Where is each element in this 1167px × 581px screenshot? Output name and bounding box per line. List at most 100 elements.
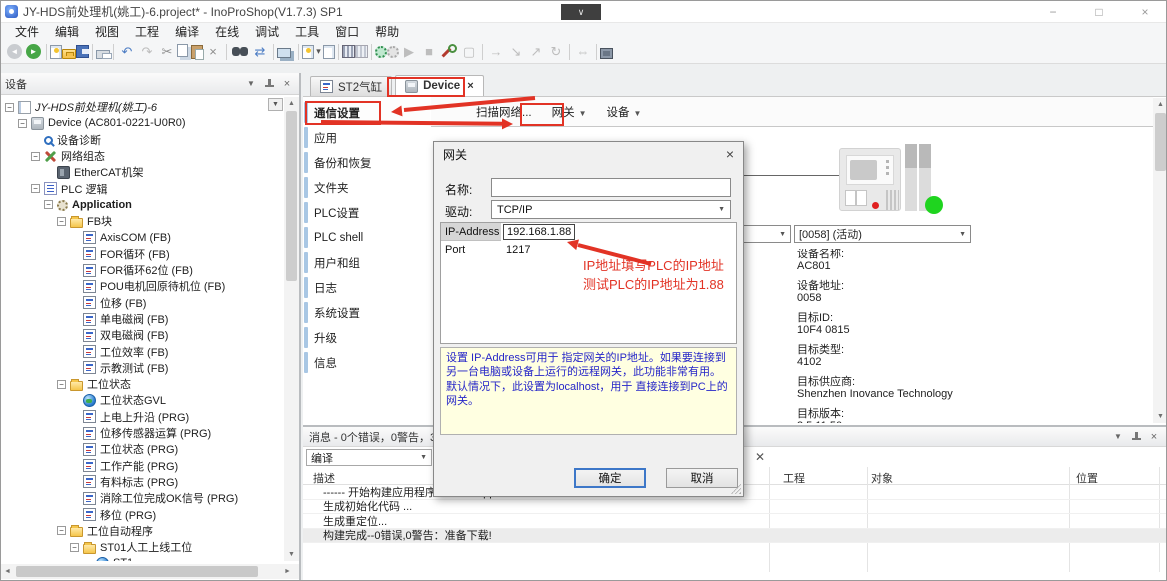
config-tool-button[interactable] xyxy=(439,42,459,62)
menu-item[interactable]: 帮助 xyxy=(367,23,407,40)
device-nav-item[interactable]: PLC shell xyxy=(304,225,430,250)
tree-horizontal-scrollbar[interactable]: ◄ ► xyxy=(1,564,299,579)
scroll-up-icon[interactable]: ▲ xyxy=(1153,98,1167,111)
step-over-button[interactable]: → xyxy=(486,42,506,62)
maximize-button[interactable]: □ xyxy=(1076,1,1122,23)
reset-button[interactable]: ↻ xyxy=(546,42,566,62)
tree-item[interactable]: 位移 (FB) xyxy=(1,295,285,311)
tree-expander-icon[interactable] xyxy=(31,152,40,161)
tree-item[interactable]: 有料标志 (PRG) xyxy=(1,474,285,490)
toolbar-separator[interactable] xyxy=(482,44,483,60)
stop-button[interactable]: ■ xyxy=(419,42,439,62)
column-project[interactable]: 工程 xyxy=(783,470,805,486)
compare-button[interactable]: ⇔ xyxy=(573,42,593,62)
active-application-dropdown[interactable]: ▼ xyxy=(268,98,283,111)
device-page-scrollbar[interactable]: ▲ ▼ xyxy=(1153,98,1167,423)
menu-item[interactable]: 文件 xyxy=(7,23,47,40)
menu-item[interactable]: 工程 xyxy=(127,23,167,40)
device-nav-item[interactable]: 应用 xyxy=(304,125,430,150)
redo-button[interactable]: ↷ xyxy=(137,42,157,62)
tree-vertical-scrollbar[interactable]: ▲ ▼ xyxy=(284,97,299,561)
message-row[interactable]: 生成初始化代码 ... xyxy=(303,500,1167,515)
tree-item[interactable]: EtherCAT机架 xyxy=(1,164,285,180)
menu-item[interactable]: 工具 xyxy=(287,23,327,40)
tree-item[interactable]: PLC 逻辑 xyxy=(1,180,285,196)
device-nav-item[interactable]: 升级 xyxy=(304,325,430,350)
tree-item[interactable]: 工位自动程序 xyxy=(1,523,285,539)
tree-expander-icon[interactable] xyxy=(57,380,66,389)
panel-close-icon[interactable]: × xyxy=(1146,430,1162,444)
device-nav-item[interactable]: 文件夹 xyxy=(304,175,430,200)
menu-item[interactable]: 窗口 xyxy=(327,23,367,40)
ethercat-tool-button[interactable] xyxy=(600,48,613,59)
toolbar-separator[interactable] xyxy=(569,44,570,60)
tree-item[interactable]: ST1 xyxy=(1,555,285,561)
clear-messages-icon[interactable]: ✕ xyxy=(751,449,769,465)
multiscreen-button[interactable] xyxy=(277,48,291,58)
close-button[interactable]: × xyxy=(1122,1,1167,23)
device-nav-item[interactable]: PLC设置 xyxy=(304,200,430,225)
panel-close-icon[interactable]: × xyxy=(279,77,295,91)
message-row[interactable]: 构建完成--0错误,0警告：准备下载! xyxy=(303,529,1167,544)
device-nav-item[interactable]: 信息 xyxy=(304,350,430,375)
breakpoint-button[interactable]: ▢ xyxy=(459,42,479,62)
minimize-button[interactable]: − xyxy=(1030,1,1076,23)
column-position[interactable]: 位置 xyxy=(1076,470,1098,486)
tree-item[interactable]: 上电上升沿 (PRG) xyxy=(1,409,285,425)
scroll-down-icon[interactable]: ▼ xyxy=(1153,410,1167,423)
tab-device[interactable]: Device × xyxy=(395,75,484,96)
toolbar-separator[interactable] xyxy=(46,44,47,60)
message-category-select[interactable]: 编译▼ xyxy=(306,449,432,466)
dialog-resize-grip[interactable] xyxy=(731,484,741,494)
scroll-down-icon[interactable]: ▼ xyxy=(284,548,299,561)
panel-menu-icon[interactable]: ▼ xyxy=(1110,430,1126,444)
device-select[interactable]: [0058] (活动)▼ xyxy=(794,225,971,243)
tree-item[interactable]: AxisCOM (FB) xyxy=(1,229,285,245)
menu-item[interactable]: 视图 xyxy=(87,23,127,40)
delete-button[interactable]: × xyxy=(203,42,223,62)
tree-expander-icon[interactable] xyxy=(70,543,79,552)
driver-select[interactable]: TCP/IP▼ xyxy=(491,200,731,219)
dialog-close-icon[interactable]: × xyxy=(726,146,734,162)
device-button[interactable]: 设备▼ xyxy=(600,101,649,123)
tree-item[interactable]: 工位状态 (PRG) xyxy=(1,441,285,457)
run-button[interactable]: ▶ xyxy=(399,42,419,62)
column-object[interactable]: 对象 xyxy=(871,470,893,486)
new-object-dropdown[interactable]: ▾ xyxy=(314,42,323,62)
cut-button[interactable]: ✂ xyxy=(157,42,177,62)
pin-icon[interactable] xyxy=(1128,430,1144,444)
edit-object-button[interactable] xyxy=(323,45,335,59)
scrollbar-thumb[interactable] xyxy=(1155,113,1166,171)
tree-expander-icon[interactable] xyxy=(57,526,66,535)
device-nav-item[interactable]: 系统设置 xyxy=(304,300,430,325)
login-button[interactable] xyxy=(375,46,387,58)
pin-icon[interactable] xyxy=(261,77,277,91)
scrollbar-thumb[interactable] xyxy=(16,566,258,577)
tree-item[interactable]: 消除工位完成OK信号 (PRG) xyxy=(1,490,285,506)
tree-expander-icon[interactable] xyxy=(31,184,40,193)
scan-network-button[interactable]: 扫描网络... xyxy=(469,101,539,123)
tree-item[interactable]: JY-HDS前处理机(姚工)-6 xyxy=(1,99,285,115)
new-object-button[interactable] xyxy=(302,45,314,59)
replace-button[interactable]: ⇄ xyxy=(250,42,270,62)
toolbar-separator[interactable] xyxy=(596,44,597,60)
toolbar-separator[interactable] xyxy=(273,44,274,60)
tree-item[interactable]: FOR循环62位 (FB) xyxy=(1,262,285,278)
open-project-button[interactable] xyxy=(62,49,76,59)
scroll-left-icon[interactable]: ◄ xyxy=(1,564,14,579)
ok-button[interactable]: 确定 xyxy=(574,468,646,488)
tree-item[interactable]: FOR循环 (FB) xyxy=(1,246,285,262)
parameter-value-input[interactable]: 192.168.1.88 xyxy=(503,224,575,240)
undo-button[interactable]: ↶ xyxy=(117,42,137,62)
logout-button[interactable] xyxy=(387,46,399,58)
new-project-button[interactable] xyxy=(50,45,62,59)
scrollbar-thumb[interactable] xyxy=(286,111,297,281)
paste-button[interactable] xyxy=(191,45,203,59)
toolbar-separator[interactable] xyxy=(371,44,372,60)
toolbar-separator[interactable] xyxy=(92,44,93,60)
menu-item[interactable]: 调试 xyxy=(247,23,287,40)
tree-item[interactable]: 工作产能 (PRG) xyxy=(1,458,285,474)
step-out-button[interactable]: ↗ xyxy=(526,42,546,62)
tree-item[interactable]: POU电机回原待机位 (FB) xyxy=(1,278,285,294)
tab-st2-cylinder[interactable]: ST2气缸 xyxy=(310,76,392,96)
